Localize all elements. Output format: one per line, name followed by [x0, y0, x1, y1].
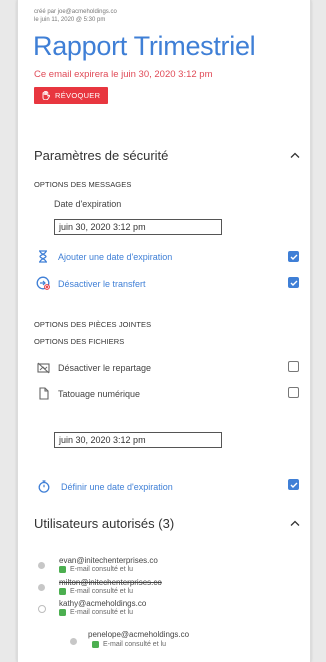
users-section-title: Utilisateurs autorisés (3) [34, 516, 175, 531]
lock-icon [59, 609, 66, 616]
disable-sharing-label: Désactiver le repartage [58, 363, 152, 373]
user-status-text: E-mail consulté et lu [70, 588, 134, 595]
security-panel: créé par joe@acmeholdings.co le juin 11,… [17, 0, 311, 662]
user-email: evan@initechenterprises.co [59, 556, 158, 565]
created-on-text: le juin 11, 2020 @ 5:30 pm [34, 17, 106, 23]
user-status: E-mail consulté et lu [59, 609, 133, 616]
user-status-dot [38, 584, 45, 591]
lock-icon [59, 588, 66, 595]
watermark-checkbox[interactable] [288, 387, 299, 398]
watermark-label: Tatouage numérique [58, 389, 141, 399]
chevron-up-icon[interactable] [290, 148, 300, 162]
user-toggle-icon[interactable] [38, 605, 46, 613]
chevron-up-icon[interactable] [290, 516, 300, 530]
page-title: Rapport Trimestriel [33, 31, 256, 61]
document-icon [39, 387, 49, 400]
message-options-heading: OPTIONS DES MESSAGES [34, 180, 132, 189]
user-email: kathy@acmeholdings.co [59, 599, 147, 608]
user-status: E-mail consulté et lu [92, 641, 166, 648]
message-expiration-input[interactable]: juin 30, 2020 3:12 pm [54, 219, 222, 235]
user-status-text: E-mail consulté et lu [70, 566, 134, 573]
user-email: penelope@acmeholdings.co [88, 630, 190, 639]
user-status-text: E-mail consulté et lu [70, 609, 134, 616]
attachment-options-heading: OPTIONS DES PIÈCES JOINTES [34, 320, 152, 329]
lock-icon [92, 641, 99, 648]
user-status: E-mail consulté et lu [59, 566, 133, 573]
stopwatch-icon [38, 480, 50, 493]
expiry-notice: Ce email expirera le juin 30, 2020 3:12 … [34, 69, 213, 80]
disable-forward-link[interactable]: Désactiver le transfert [58, 279, 146, 289]
lock-icon [59, 566, 66, 573]
user-status: E-mail consulté et lu [59, 588, 133, 595]
user-email: milton@initechenterprises.co [59, 578, 162, 587]
created-by-text: créé par joe@acmeholdings.co [34, 9, 117, 15]
security-section-title: Paramètres de sécurité [34, 148, 169, 163]
check-icon [290, 280, 297, 286]
add-expiration-link[interactable]: Ajouter une date d'expiration [58, 252, 172, 262]
set-expiration-checkbox[interactable] [288, 479, 299, 490]
add-expiration-checkbox[interactable] [288, 251, 299, 262]
no-forward-icon [36, 276, 50, 290]
revoke-button-label: RÉVOQUER [55, 91, 101, 100]
check-icon [290, 482, 297, 488]
user-status-dot [38, 562, 45, 569]
disable-sharing-checkbox[interactable] [288, 361, 299, 372]
hand-stop-icon [42, 91, 50, 100]
user-status-dot [70, 638, 77, 645]
hourglass-icon [38, 250, 48, 263]
set-expiration-link[interactable]: Définir une date d'expiration [61, 482, 173, 492]
no-share-icon [37, 362, 50, 374]
file-options-heading: OPTIONS DES FICHIERS [34, 337, 125, 346]
revoke-button[interactable]: RÉVOQUER [34, 87, 109, 104]
disable-forward-checkbox[interactable] [288, 277, 299, 288]
file-expiration-input[interactable]: juin 30, 2020 3:12 pm [54, 432, 222, 448]
check-icon [290, 254, 297, 260]
expiration-date-label: Date d'expiration [54, 199, 122, 209]
user-status-text: E-mail consulté et lu [103, 641, 167, 648]
